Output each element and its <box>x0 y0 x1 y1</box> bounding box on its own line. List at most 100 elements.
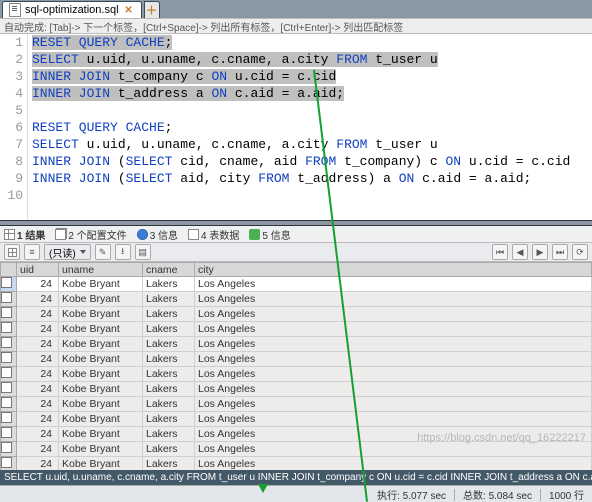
cell-city[interactable]: Los Angeles <box>195 397 592 412</box>
table-row[interactable]: 24Kobe BryantLakersLos Angeles <box>1 352 592 367</box>
row-header[interactable] <box>1 427 17 442</box>
cell-cname[interactable]: Lakers <box>143 307 195 322</box>
cell-cname[interactable]: Lakers <box>143 382 195 397</box>
cell-cname[interactable]: Lakers <box>143 292 195 307</box>
cell-city[interactable]: Los Angeles <box>195 412 592 427</box>
cell-city[interactable]: Los Angeles <box>195 337 592 352</box>
row-header[interactable] <box>1 307 17 322</box>
row-header[interactable] <box>1 337 17 352</box>
row-selector-header[interactable] <box>1 263 17 277</box>
form-view-button[interactable]: ≡ <box>24 244 40 260</box>
cell-uname[interactable]: Kobe Bryant <box>59 382 143 397</box>
cell-cname[interactable]: Lakers <box>143 442 195 457</box>
table-row[interactable]: 24Kobe BryantLakersLos Angeles <box>1 412 592 427</box>
cell-uid[interactable]: 24 <box>17 292 59 307</box>
refresh-button[interactable]: ⟳ <box>572 244 588 260</box>
row-header[interactable] <box>1 412 17 427</box>
cell-uname[interactable]: Kobe Bryant <box>59 427 143 442</box>
cell-cname[interactable]: Lakers <box>143 337 195 352</box>
row-header[interactable] <box>1 367 17 382</box>
next-page-button[interactable]: ▶ <box>532 244 548 260</box>
code-content[interactable]: RESET QUERY CACHE;SELECT u.uid, u.uname,… <box>28 34 592 220</box>
code-line[interactable]: INNER JOIN (SELECT cid, cname, aid FROM … <box>32 153 592 170</box>
table-row[interactable]: 24Kobe BryantLakersLos Angeles <box>1 367 592 382</box>
table-row[interactable]: 24Kobe BryantLakersLos Angeles <box>1 397 592 412</box>
code-line[interactable]: INNER JOIN (SELECT aid, city FROM t_addr… <box>32 170 592 187</box>
row-header[interactable] <box>1 352 17 367</box>
table-row[interactable]: 24Kobe BryantLakersLos Angeles <box>1 277 592 292</box>
row-header[interactable] <box>1 457 17 471</box>
cell-uid[interactable]: 24 <box>17 427 59 442</box>
col-city[interactable]: city <box>195 263 592 277</box>
close-tab-icon[interactable]: ✕ <box>123 3 135 17</box>
code-line[interactable] <box>32 187 592 204</box>
cell-uname[interactable]: Kobe Bryant <box>59 412 143 427</box>
row-header[interactable] <box>1 397 17 412</box>
cell-cname[interactable]: Lakers <box>143 322 195 337</box>
cell-uname[interactable]: Kobe Bryant <box>59 442 143 457</box>
first-page-button[interactable]: ⏮ <box>492 244 508 260</box>
last-page-button[interactable]: ⏭ <box>552 244 568 260</box>
col-cname[interactable]: cname <box>143 263 195 277</box>
table-row[interactable]: 24Kobe BryantLakersLos Angeles <box>1 322 592 337</box>
cell-city[interactable]: Los Angeles <box>195 457 592 471</box>
file-tab[interactable]: sql-optimization.sql ✕ <box>2 1 142 18</box>
cell-uid[interactable]: 24 <box>17 307 59 322</box>
cell-city[interactable]: Los Angeles <box>195 352 592 367</box>
prev-page-button[interactable]: ◀ <box>512 244 528 260</box>
cell-cname[interactable]: Lakers <box>143 277 195 292</box>
cell-uid[interactable]: 24 <box>17 442 59 457</box>
cell-uname[interactable]: Kobe Bryant <box>59 307 143 322</box>
code-line[interactable] <box>32 102 592 119</box>
cell-cname[interactable]: Lakers <box>143 457 195 471</box>
table-row[interactable]: 24Kobe BryantLakersLos Angeles <box>1 457 592 471</box>
cell-uid[interactable]: 24 <box>17 412 59 427</box>
code-line[interactable]: RESET QUERY CACHE; <box>32 34 592 51</box>
cell-uname[interactable]: Kobe Bryant <box>59 367 143 382</box>
cell-city[interactable]: Los Angeles <box>195 277 592 292</box>
cell-uid[interactable]: 24 <box>17 277 59 292</box>
code-line[interactable]: SELECT u.uid, u.uname, c.cname, a.city F… <box>32 136 592 153</box>
cell-city[interactable]: Los Angeles <box>195 292 592 307</box>
cell-uid[interactable]: 24 <box>17 337 59 352</box>
code-editor[interactable]: 12345678910 RESET QUERY CACHE;SELECT u.u… <box>0 34 592 220</box>
grid-view-button[interactable] <box>4 244 20 260</box>
cell-uname[interactable]: Kobe Bryant <box>59 322 143 337</box>
export-button[interactable]: ⭳ <box>115 244 131 260</box>
cell-cname[interactable]: Lakers <box>143 412 195 427</box>
toolbar-button-1[interactable]: ✎ <box>95 244 111 260</box>
row-header[interactable] <box>1 322 17 337</box>
cell-city[interactable]: Los Angeles <box>195 367 592 382</box>
cell-uname[interactable]: Kobe Bryant <box>59 292 143 307</box>
cell-city[interactable]: Los Angeles <box>195 322 592 337</box>
cell-uid[interactable]: 24 <box>17 367 59 382</box>
table-row[interactable]: 24Kobe BryantLakersLos Angeles <box>1 292 592 307</box>
col-uname[interactable]: uname <box>59 263 143 277</box>
row-header[interactable] <box>1 382 17 397</box>
cell-uname[interactable]: Kobe Bryant <box>59 277 143 292</box>
cell-uid[interactable]: 24 <box>17 457 59 471</box>
cell-uid[interactable]: 24 <box>17 382 59 397</box>
table-row[interactable]: 24Kobe BryantLakersLos Angeles <box>1 337 592 352</box>
toolbar-button-2[interactable]: ▤ <box>135 244 151 260</box>
col-uid[interactable]: uid <box>17 263 59 277</box>
new-tab-button[interactable]: ＋ <box>144 1 160 18</box>
cell-uname[interactable]: Kobe Bryant <box>59 352 143 367</box>
cell-uname[interactable]: Kobe Bryant <box>59 397 143 412</box>
cell-city[interactable]: Los Angeles <box>195 307 592 322</box>
table-row[interactable]: 24Kobe BryantLakersLos Angeles <box>1 382 592 397</box>
tab-info2[interactable]: 5 信息 <box>249 227 290 242</box>
cell-cname[interactable]: Lakers <box>143 427 195 442</box>
cell-city[interactable]: Los Angeles <box>195 382 592 397</box>
code-line[interactable]: SELECT u.uid, u.uname, c.cname, a.city F… <box>32 51 592 68</box>
cell-uid[interactable]: 24 <box>17 352 59 367</box>
cell-cname[interactable]: Lakers <box>143 397 195 412</box>
table-row[interactable]: 24Kobe BryantLakersLos Angeles <box>1 307 592 322</box>
row-header[interactable] <box>1 277 17 292</box>
tab-tabledata[interactable]: 4 表数据 <box>188 227 239 242</box>
cell-uid[interactable]: 24 <box>17 322 59 337</box>
code-line[interactable]: RESET QUERY CACHE; <box>32 119 592 136</box>
readonly-indicator[interactable]: (只读) <box>44 244 91 260</box>
cell-uid[interactable]: 24 <box>17 397 59 412</box>
cell-uname[interactable]: Kobe Bryant <box>59 457 143 471</box>
